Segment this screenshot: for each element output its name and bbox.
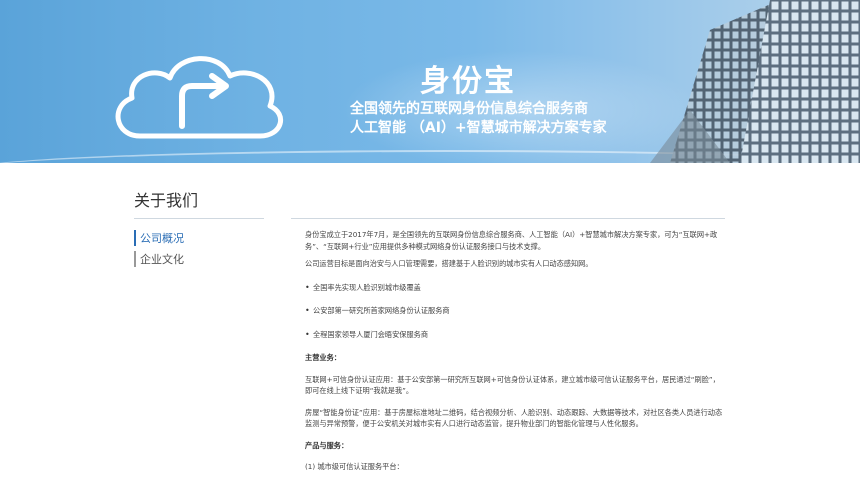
section-heading-main-business: 主营业务： [305,353,341,362]
header-banner: 身份宝 全国领先的互联网身份信息综合服务商 人工智能 （AI）+智慧城市解决方案… [0,0,860,163]
paragraph-intro: 身份宝成立于2017年7月，是全国领先的互联网身份信息综合服务商、人工智能（AI… [305,230,718,251]
article-body: 身份宝成立于2017年7月，是全国领先的互联网身份信息综合服务商、人工智能（AI… [305,229,725,473]
paragraph-goal: 公司运营目标是面向治安与人口管理需要，搭建基于人脸识别的城市实有人口动态感知网。 [305,259,593,268]
paragraph-product-1: (1) 城市级可信认证服务平台： [305,462,404,471]
sidebar-item-company-overview[interactable]: 公司概况 [134,230,184,246]
paragraph-smart-id: 房屋“智能身份证”应用：基于房屋标准地址二维码，结合视频分析、人脸识别、动态跟踪… [305,407,723,429]
banner-tagline-1: 全国领先的互联网身份信息综合服务商 [350,101,588,117]
page-title: 关于我们 [134,191,199,210]
sidebar-divider [134,218,264,219]
brand-name: 身份宝 [420,64,516,99]
section-heading-products: 产品与服务： [305,440,349,450]
list-item: 全国率先实现人脸识别城市级覆盖 [305,282,725,294]
cloud-arrow-icon [115,56,283,139]
banner-tagline-2: 人工智能 （AI）+智慧城市解决方案专家 [350,120,607,136]
skyscraper-image [650,0,860,163]
list-item: 公安部第一研究所首家网络身份认证服务商 [305,305,725,317]
content-divider [291,218,725,219]
paragraph-identity-auth: 互联网+可信身份认证应用：基于公安部第一研究所互联网+可信身份认证体系，建立城市… [305,374,720,396]
list-item: 全程国家领导人厦门会晤安保服务商 [305,329,725,341]
sidebar-item-corporate-culture[interactable]: 企业文化 [134,251,184,267]
